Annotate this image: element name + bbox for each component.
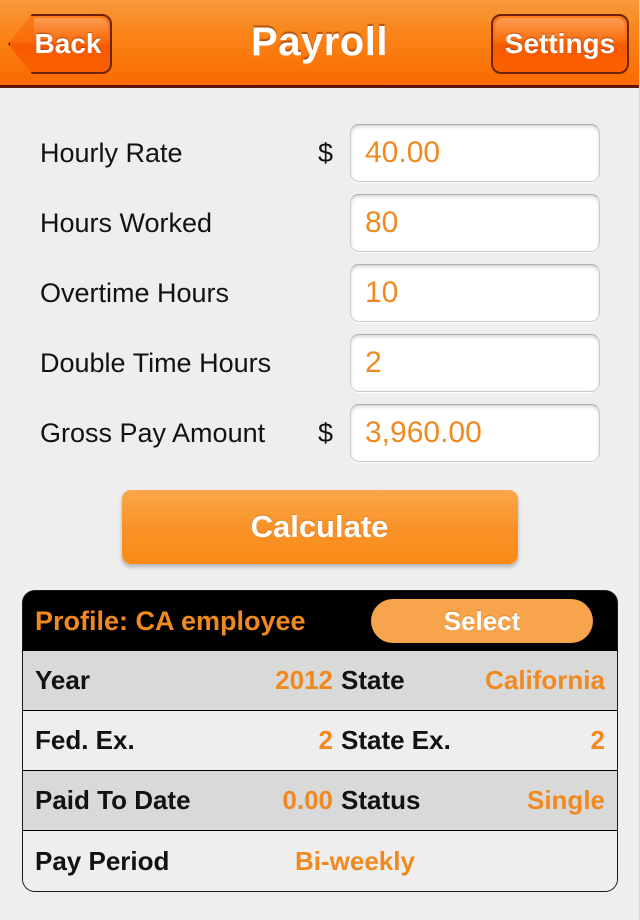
form-row-hourly-rate: Hourly Rate $ 40.00 — [0, 118, 639, 188]
payroll-form: Hourly Rate $ 40.00 Hours Worked 80 Over… — [0, 88, 639, 564]
state-label: State — [341, 665, 405, 695]
paid-to-date-value: 0.00 — [282, 785, 333, 815]
overtime-hours-value: 10 — [365, 276, 399, 309]
federal-exemptions-label: Fed. Ex. — [35, 725, 135, 755]
gross-pay-amount-value: 3,960.00 — [365, 416, 482, 449]
table-row-paid-to-date[interactable]: Paid To Date 0.00 Status Single — [23, 771, 617, 831]
gross-pay-amount-currency-symbol: $ — [318, 417, 334, 448]
profile-panel: Profile: CA employee Select Year 2012 St… — [22, 590, 618, 892]
double-time-hours-input[interactable]: 2 — [350, 334, 600, 392]
table-row-year[interactable]: Year 2012 State California — [23, 651, 617, 711]
table-row-federal-exemptions[interactable]: Fed. Ex. 2 State Ex. 2 — [23, 711, 617, 771]
paid-to-date-label: Paid To Date — [35, 785, 191, 815]
calculate-button-container: Calculate — [0, 490, 639, 564]
hours-worked-input[interactable]: 80 — [350, 194, 600, 252]
form-row-double-time-hours: Double Time Hours 2 — [0, 328, 639, 398]
navigation-bar: Back Payroll Settings — [0, 0, 639, 88]
payroll-app: Back Payroll Settings Hourly Rate $ 40.0… — [0, 0, 640, 920]
calculate-button-label: Calculate — [250, 509, 389, 544]
double-time-hours-value: 2 — [365, 346, 382, 379]
table-row-pay-period[interactable]: Pay Period Bi-weekly — [23, 831, 617, 891]
state-exemptions-label: State Ex. — [341, 725, 451, 755]
hourly-rate-input[interactable]: 40.00 — [350, 124, 600, 182]
form-row-hours-worked: Hours Worked 80 — [0, 188, 639, 258]
overtime-hours-label: Overtime Hours — [40, 277, 230, 308]
year-label: Year — [35, 665, 90, 695]
select-profile-button-label: Select — [443, 605, 521, 636]
settings-button-label: Settings — [504, 28, 616, 59]
select-profile-button[interactable]: Select — [371, 599, 593, 643]
hourly-rate-currency-symbol: $ — [318, 137, 334, 168]
hours-worked-value: 80 — [365, 206, 399, 239]
profile-details-table: Year 2012 State California Fed. Ex. 2 St… — [23, 651, 617, 891]
form-row-overtime-hours: Overtime Hours 10 — [0, 258, 639, 328]
pay-period-value: Bi-weekly — [295, 845, 415, 876]
double-time-hours-label: Double Time Hours — [40, 347, 272, 378]
profile-title: Profile: CA employee — [35, 605, 306, 636]
hourly-rate-label: Hourly Rate — [40, 137, 183, 168]
gross-pay-amount-input[interactable]: 3,960.00 — [350, 404, 600, 462]
overtime-hours-input[interactable]: 10 — [350, 264, 600, 322]
hourly-rate-value: 40.00 — [365, 136, 441, 169]
state-value: California — [485, 665, 605, 695]
filing-status-value: Single — [526, 785, 605, 815]
settings-button[interactable]: Settings — [491, 14, 629, 74]
federal-exemptions-value: 2 — [318, 725, 333, 755]
form-row-gross-pay-amount: Gross Pay Amount $ 3,960.00 — [0, 398, 639, 468]
filing-status-label: Status — [341, 785, 421, 815]
gross-pay-amount-label: Gross Pay Amount — [40, 417, 266, 448]
pay-period-label: Pay Period — [35, 845, 170, 876]
year-value: 2012 — [275, 665, 333, 695]
hours-worked-label: Hours Worked — [40, 207, 213, 238]
profile-panel-header: Profile: CA employee Select — [23, 591, 617, 651]
calculate-button[interactable]: Calculate — [121, 490, 518, 564]
state-exemptions-value: 2 — [590, 725, 605, 755]
